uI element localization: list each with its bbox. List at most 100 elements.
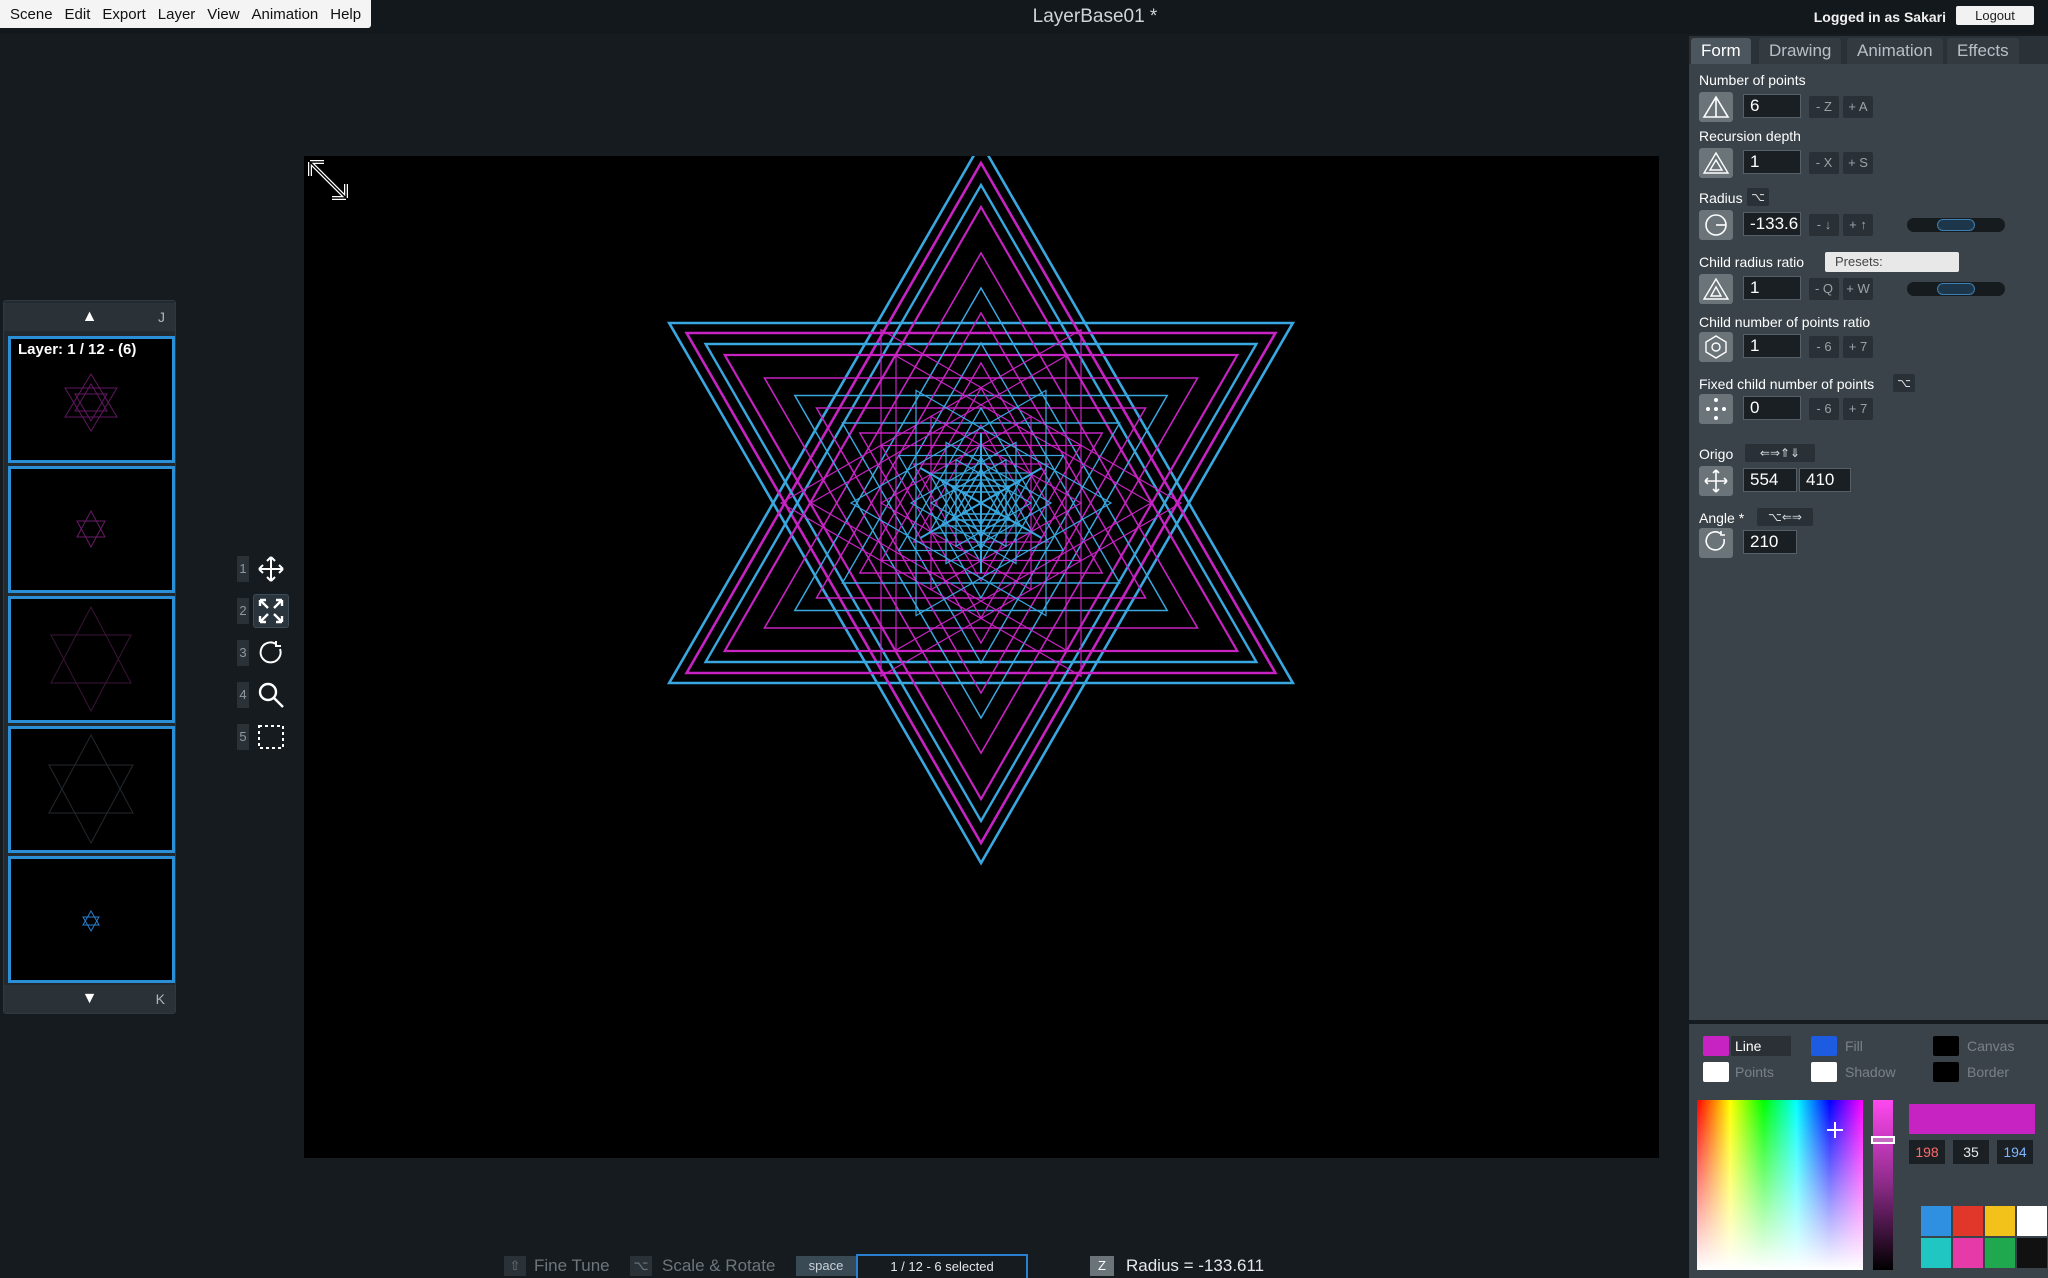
recursion-depth-input[interactable]: 1 — [1743, 150, 1801, 174]
layer-thumbnail-preview-4 — [48, 733, 134, 845]
top-bar: Scene Edit Export Layer View Animation H… — [0, 0, 2048, 34]
fixed-child-increment[interactable]: + 7 — [1843, 398, 1873, 420]
canvas-color-swatch[interactable] — [1933, 1036, 1959, 1056]
swatch-pink[interactable] — [1953, 1238, 1983, 1268]
child-radius-ratio-label: Child radius ratio — [1699, 254, 1805, 270]
line-color-label[interactable]: Line — [1731, 1036, 1791, 1056]
child-radius-icon — [1699, 274, 1733, 304]
layer-thumbnail-4[interactable] — [8, 726, 175, 853]
radius-slider-knob[interactable] — [1937, 219, 1975, 231]
points-color-swatch[interactable] — [1703, 1062, 1729, 1082]
select-icon — [253, 720, 289, 754]
line-color-swatch[interactable] — [1703, 1036, 1729, 1056]
fine-tune-hint: Fine Tune — [534, 1256, 610, 1275]
child-radius-slider-knob[interactable] — [1937, 283, 1975, 295]
swatch-white[interactable] — [2017, 1206, 2047, 1236]
num-points-increment[interactable]: + A — [1843, 96, 1873, 118]
layer-panel: ▲ J Layer: 1 / 12 - (6) ▼ K — [3, 300, 176, 1014]
angle-input[interactable]: 210 — [1743, 530, 1797, 554]
swatch-green[interactable] — [1985, 1238, 2015, 1268]
recursion-depth-increment[interactable]: + S — [1843, 152, 1873, 174]
radius-icon — [1699, 210, 1733, 240]
fixed-child-decrement[interactable]: - 6 — [1809, 398, 1839, 420]
tool-number: 4 — [237, 682, 249, 708]
radius-decrement[interactable]: - ↓ — [1809, 214, 1839, 236]
crosshair-icon — [1827, 1122, 1843, 1138]
layer-down-key: K — [155, 991, 165, 1007]
drawing-canvas[interactable] — [304, 156, 1659, 1158]
triangle-icon — [1699, 92, 1733, 122]
fixed-child-points-input[interactable]: 0 — [1743, 396, 1801, 420]
resize-cursor-icon — [308, 160, 348, 200]
blue-value-input[interactable]: 194 — [1997, 1140, 2033, 1164]
child-radius-slider[interactable] — [1907, 282, 2005, 296]
red-value-input[interactable]: 198 — [1909, 1140, 1945, 1164]
tool-zoom[interactable]: 4 — [237, 674, 293, 714]
border-color-swatch[interactable] — [1933, 1062, 1959, 1082]
child-radius-ratio-input[interactable]: 1 — [1743, 276, 1801, 300]
radius-modifier-key: ⌥ — [1747, 188, 1769, 206]
child-radius-increment[interactable]: + W — [1843, 278, 1873, 300]
green-value-input[interactable]: 35 — [1953, 1140, 1989, 1164]
fill-color-swatch[interactable] — [1811, 1036, 1837, 1056]
swatch-black[interactable] — [2017, 1238, 2047, 1268]
points-color-label[interactable]: Points — [1735, 1064, 1774, 1080]
num-points-decrement[interactable]: - Z — [1809, 96, 1839, 118]
presets-dropdown[interactable]: Presets: — [1825, 252, 1959, 272]
star-line — [684, 160, 1278, 675]
tab-effects[interactable]: Effects — [1947, 38, 2019, 64]
origo-arrow-keys: ⇐⇒⇑⇓ — [1745, 444, 1815, 462]
origo-y-input[interactable]: 410 — [1799, 468, 1851, 492]
shadow-color-swatch[interactable] — [1811, 1062, 1837, 1082]
fill-color-label[interactable]: Fill — [1845, 1038, 1863, 1054]
hue-slider-handle[interactable] — [1871, 1136, 1895, 1144]
num-points-label: Number of points — [1699, 72, 1806, 88]
rotate-icon — [253, 636, 289, 670]
border-color-label[interactable]: Border — [1967, 1064, 2009, 1080]
scale-rotate-hint: Scale & Rotate — [662, 1256, 776, 1275]
star-line — [666, 321, 1296, 866]
swatch-red[interactable] — [1953, 1206, 1983, 1236]
swatch-yellow[interactable] — [1985, 1206, 2015, 1236]
radius-slider[interactable] — [1907, 218, 2005, 232]
tool-scale[interactable]: 2 — [237, 590, 293, 630]
recursion-depth-decrement[interactable]: - X — [1809, 152, 1839, 174]
layer-thumbnail-5[interactable] — [8, 856, 175, 983]
fixed-child-points-label: Fixed child number of points — [1699, 376, 1875, 392]
swatch-cyan[interactable] — [1921, 1238, 1951, 1268]
star-line — [722, 353, 1240, 802]
tab-animation[interactable]: Animation — [1847, 38, 1943, 64]
tool-strip: 1 2 3 4 5 — [237, 548, 293, 760]
layer-thumbnail-3[interactable] — [8, 596, 175, 723]
child-points-increment[interactable]: + 7 — [1843, 336, 1873, 358]
move-icon — [253, 552, 289, 586]
status-bar: ⇧ Fine Tune ⌥ Scale & Rotate space 1 / 1… — [504, 1254, 1304, 1278]
radius-increment[interactable]: + ↑ — [1843, 214, 1873, 236]
layer-nav-up[interactable]: ▲ J — [4, 303, 175, 331]
canvas-color-label[interactable]: Canvas — [1967, 1038, 2014, 1054]
logout-button[interactable]: Logout — [1956, 6, 2034, 25]
child-points-decrement[interactable]: - 6 — [1809, 336, 1839, 358]
layer-nav-down[interactable]: ▼ K — [4, 985, 175, 1013]
shadow-color-label[interactable]: Shadow — [1845, 1064, 1896, 1080]
layer-thumbnail-2[interactable] — [8, 466, 175, 593]
origo-x-input[interactable]: 554 — [1743, 468, 1797, 492]
num-points-input[interactable]: 6 — [1743, 94, 1801, 118]
tool-select[interactable]: 5 — [237, 716, 293, 756]
tab-drawing[interactable]: Drawing — [1759, 38, 1842, 64]
child-points-ratio-input[interactable]: 1 — [1743, 334, 1801, 358]
tab-form[interactable]: Form — [1691, 38, 1751, 64]
radius-input[interactable]: -133.6 — [1743, 212, 1801, 236]
angle-rotate-icon — [1699, 528, 1733, 558]
tool-rotate[interactable]: 3 — [237, 632, 293, 672]
tool-move[interactable]: 1 — [237, 548, 293, 588]
child-radius-decrement[interactable]: - Q — [1809, 278, 1839, 300]
tool-number: 1 — [237, 556, 249, 582]
tool-number: 5 — [237, 724, 249, 750]
hue-slider[interactable] — [1873, 1100, 1893, 1270]
swatch-blue[interactable] — [1921, 1206, 1951, 1236]
color-gradient-picker[interactable] — [1697, 1100, 1863, 1270]
zoom-icon — [253, 678, 289, 712]
radius-label: Radius — [1699, 190, 1743, 206]
layer-up-key: J — [158, 309, 165, 325]
